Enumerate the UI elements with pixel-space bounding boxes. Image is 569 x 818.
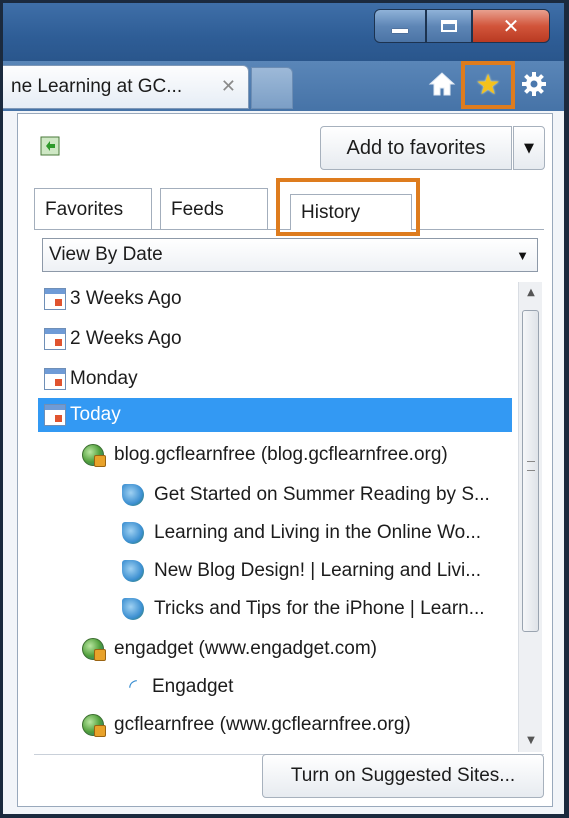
history-list: 3 Weeks Ago 2 Weeks Ago Monday Today blo…	[38, 282, 512, 752]
maximize-button[interactable]	[426, 9, 472, 43]
history-item-monday[interactable]: Monday	[38, 362, 512, 396]
window-controls: ✕	[374, 9, 550, 43]
new-tab-button[interactable]	[251, 67, 293, 109]
webpage-icon	[122, 560, 144, 582]
add-to-favorites-dropdown[interactable]: ▼	[513, 126, 545, 170]
webpage-icon	[122, 598, 144, 620]
list-item-label: Today	[70, 404, 121, 425]
list-item-label: 3 Weeks Ago	[70, 288, 182, 309]
history-site-gcflearnfree[interactable]: gcflearnfree (www.gcflearnfree.org)	[38, 708, 512, 742]
list-item-label: Tricks and Tips for the iPhone | Learn..…	[154, 598, 485, 619]
tab-close-icon[interactable]: ✕	[221, 76, 236, 97]
home-icon[interactable]	[427, 69, 457, 99]
site-globe-icon	[82, 714, 106, 737]
tab-divider	[34, 229, 544, 230]
history-site-engadget[interactable]: engadget (www.engadget.com)	[38, 632, 512, 666]
list-item-label: engadget (www.engadget.com)	[114, 638, 377, 659]
browser-tab[interactable]: ne Learning at GC... ✕	[3, 65, 249, 109]
scrollbar-thumb[interactable]	[522, 310, 539, 632]
view-by-select[interactable]: View By Date ▼	[42, 238, 538, 272]
minimize-icon	[392, 29, 408, 33]
list-item-label: gcflearnfree (www.gcflearnfree.org)	[114, 714, 411, 735]
webpage-icon	[122, 522, 144, 544]
calendar-icon	[44, 368, 66, 390]
minimize-button[interactable]	[374, 9, 426, 43]
add-to-favorites-button[interactable]: Add to favorites	[320, 126, 512, 170]
chevron-down-icon: ▼	[516, 248, 529, 263]
history-item-today[interactable]: Today	[38, 398, 512, 432]
webpage-icon	[122, 484, 144, 506]
calendar-icon	[44, 328, 66, 350]
star-icon: ★	[475, 68, 501, 101]
calendar-icon	[44, 404, 66, 426]
chevron-down-icon: ▼	[524, 140, 534, 156]
suggested-sites-button[interactable]: Turn on Suggested Sites...	[262, 754, 544, 798]
favorites-center-panel: Add to favorites ▼ Favorites Feeds Histo…	[17, 113, 553, 807]
history-item-3-weeks-ago[interactable]: 3 Weeks Ago	[38, 282, 512, 316]
history-page-engadget[interactable]: ◜ Engadget	[38, 670, 512, 704]
site-globe-icon	[82, 444, 106, 467]
list-item-label: Engadget	[152, 676, 234, 697]
gear-icon[interactable]	[519, 69, 549, 99]
scroll-down-icon[interactable]: ▼	[519, 730, 543, 752]
close-icon: ✕	[502, 14, 520, 38]
add-to-favorites-bar-icon[interactable]	[40, 136, 60, 156]
title-bar: ✕	[3, 3, 564, 61]
history-scrollbar[interactable]: ▲ ▼	[518, 282, 542, 752]
history-item-2-weeks-ago[interactable]: 2 Weeks Ago	[38, 322, 512, 356]
list-item-label: 2 Weeks Ago	[70, 328, 182, 349]
list-item-label: New Blog Design! | Learning and Livi...	[154, 560, 482, 581]
site-globe-icon	[82, 638, 106, 661]
history-page-new-blog-design[interactable]: New Blog Design! | Learning and Livi...	[38, 554, 512, 588]
list-item-label: Monday	[70, 368, 138, 389]
tab-feeds[interactable]: Feeds	[160, 188, 268, 230]
favorites-button[interactable]: ★	[461, 61, 515, 109]
close-window-button[interactable]: ✕	[472, 9, 550, 43]
maximize-icon	[441, 20, 457, 32]
list-item-label: blog.gcflearnfree (blog.gcflearnfree.org…	[114, 444, 448, 465]
view-by-value: View By Date	[49, 244, 163, 265]
feed-icon: ◜	[129, 676, 137, 698]
scroll-up-icon[interactable]: ▲	[519, 282, 543, 304]
history-page-summer-reading[interactable]: Get Started on Summer Reading by S...	[38, 478, 512, 512]
browser-window: ✕ ne Learning at GC... ✕ ★ Add to favori…	[0, 0, 569, 818]
history-page-iphone-tips[interactable]: Tricks and Tips for the iPhone | Learn..…	[38, 592, 512, 626]
list-item-label: Learning and Living in the Online Wo...	[154, 522, 482, 543]
history-site-blog-gcflearnfree[interactable]: blog.gcflearnfree (blog.gcflearnfree.org…	[38, 438, 512, 472]
tab-history[interactable]: History	[290, 194, 412, 230]
list-item-label: Get Started on Summer Reading by S...	[154, 484, 490, 505]
tab-favorites[interactable]: Favorites	[34, 188, 152, 230]
grip-icon	[527, 461, 535, 471]
calendar-icon	[44, 288, 66, 310]
history-page-learning-living[interactable]: Learning and Living in the Online Wo...	[38, 516, 512, 550]
browser-tab-title: ne Learning at GC...	[11, 76, 183, 97]
